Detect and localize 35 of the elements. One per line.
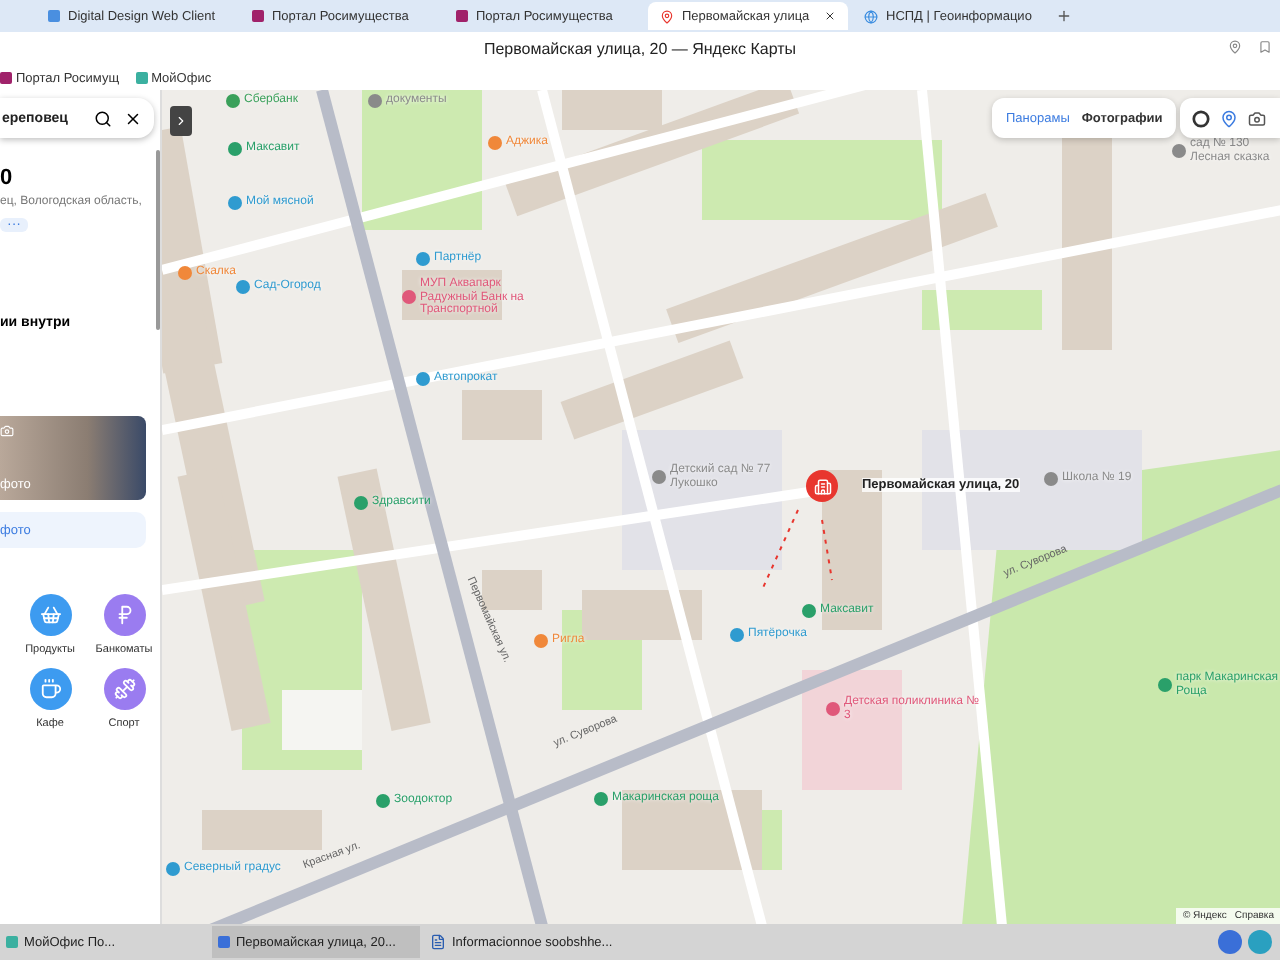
close-icon[interactable] [824, 10, 836, 22]
category-button[interactable] [103, 594, 145, 636]
building-icon [813, 477, 831, 495]
ruble-icon [113, 604, 135, 626]
office-icon [135, 72, 148, 84]
bookmark-icon[interactable] [1258, 40, 1272, 54]
camera-icon[interactable] [1248, 109, 1266, 127]
map-pin-icon [660, 9, 674, 23]
portal-icon [0, 72, 12, 84]
cup-icon [39, 678, 61, 700]
document-icon [48, 10, 60, 22]
location-icon[interactable] [1228, 40, 1242, 54]
document-icon [430, 934, 446, 950]
camera-icon [0, 424, 14, 438]
chevron-icon [174, 114, 188, 128]
dumbbell-icon [113, 678, 135, 700]
collapse-button[interactable] [170, 106, 192, 136]
scrollbar[interactable] [156, 150, 160, 330]
tray-icon[interactable] [1248, 930, 1272, 954]
basket-icon [39, 604, 61, 626]
portal-icon [456, 10, 468, 22]
category-button[interactable] [29, 594, 71, 636]
tray-icon[interactable] [1218, 930, 1242, 954]
window-title: Первомайская улица, 20 — Яндекс Карты [483, 40, 797, 58]
search-icon[interactable] [94, 109, 112, 127]
office-icon [6, 936, 18, 948]
category-button[interactable] [29, 668, 71, 710]
close-icon[interactable] [124, 109, 142, 127]
browser-icon [218, 936, 230, 948]
globe-icon [864, 9, 878, 23]
ring-icon[interactable] [1192, 109, 1210, 127]
portal-icon [252, 10, 264, 22]
new-tab-icon[interactable] [1056, 8, 1072, 24]
category-button[interactable] [103, 668, 145, 710]
place-title: 0 [0, 166, 15, 190]
